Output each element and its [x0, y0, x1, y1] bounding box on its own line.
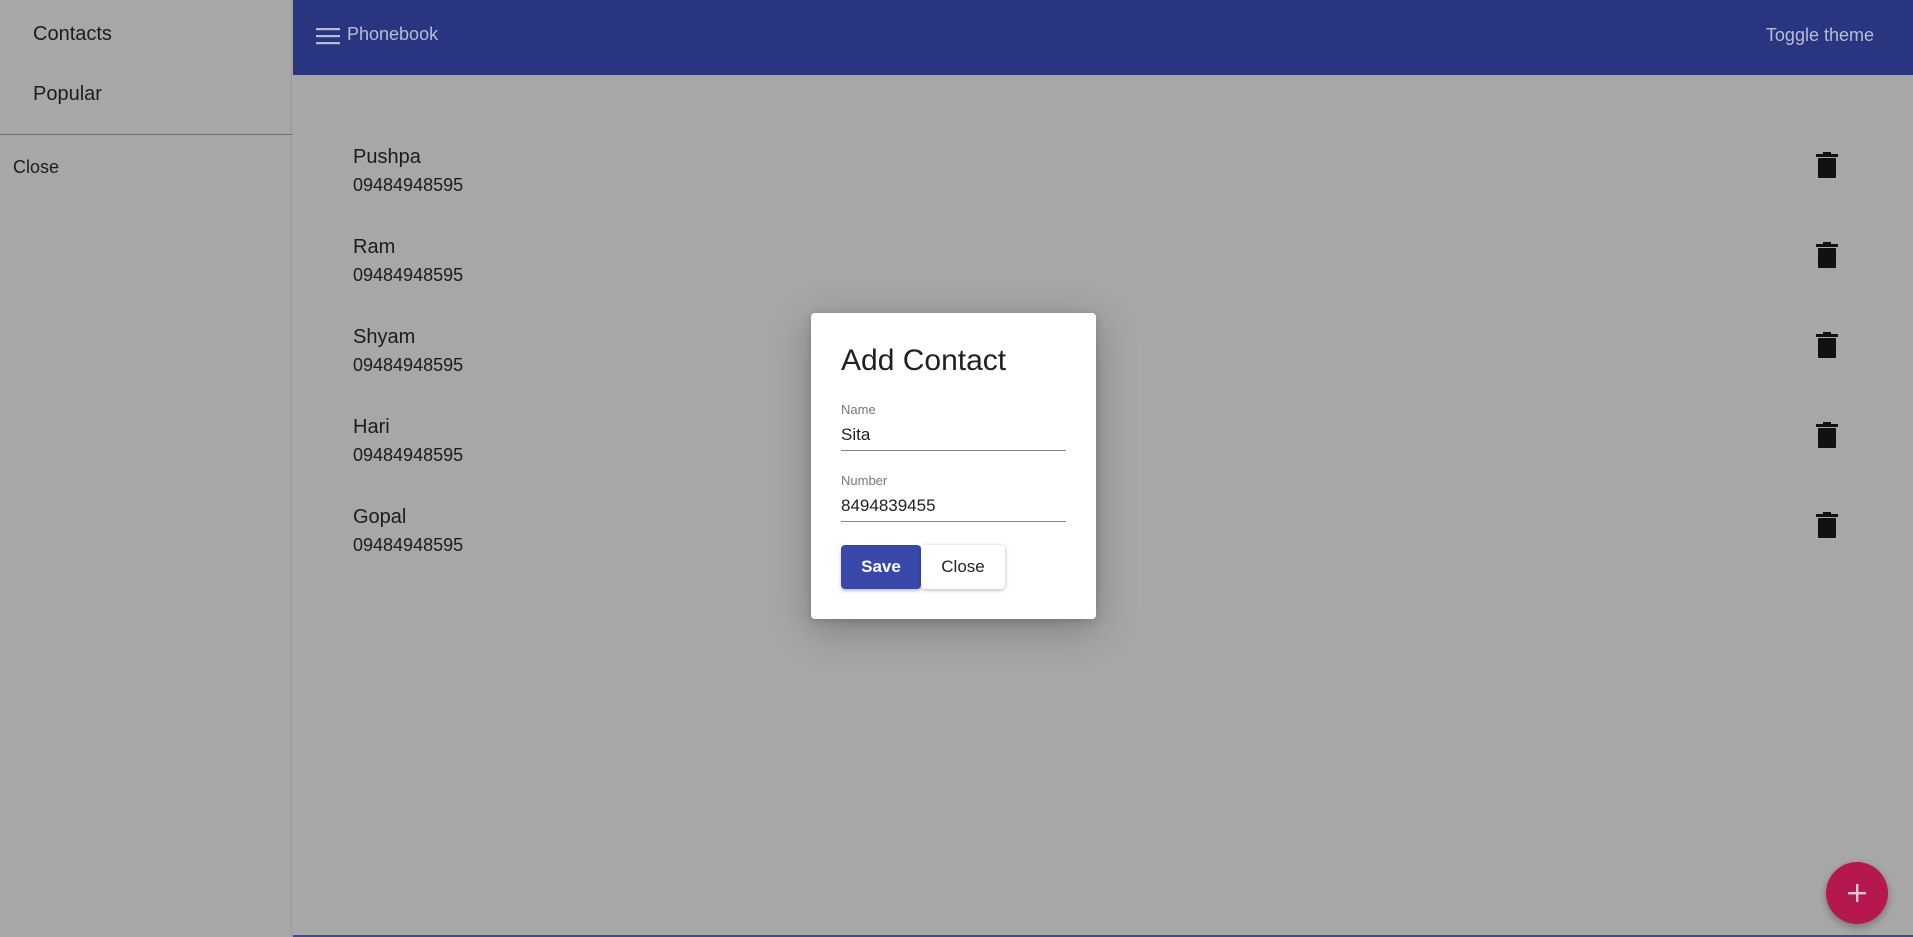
list-item: Hari 09484948595 [353, 416, 1853, 488]
add-contact-dialog: Add Contact Name Number Save Close [811, 313, 1096, 619]
name-field[interactable] [841, 420, 1066, 451]
contact-name: Pushpa [353, 146, 421, 168]
sidebar-divider [0, 134, 292, 135]
sidebar-close-button[interactable]: Close [13, 157, 59, 178]
hamburger-menu-icon[interactable] [316, 25, 340, 47]
app-title: Phonebook [347, 24, 439, 44]
number-field-label: Number [841, 473, 888, 488]
app-header: Phonebook Toggle theme [293, 0, 1913, 75]
contact-number: 09484948595 [353, 535, 464, 555]
plus-icon [1848, 884, 1866, 902]
list-item: Gopal 09484948595 [353, 506, 1853, 578]
contact-number: 09484948595 [353, 265, 464, 285]
trash-icon[interactable] [1816, 422, 1838, 448]
add-contact-fab[interactable] [1826, 862, 1888, 924]
dialog-title: Add Contact [841, 344, 1007, 377]
toggle-theme-button[interactable]: Toggle theme [1766, 25, 1874, 46]
contact-name: Shyam [353, 326, 416, 348]
sidebar: Contacts Popular Close [0, 0, 292, 937]
contact-number: 09484948595 [353, 445, 464, 465]
list-item: Shyam 09484948595 [353, 326, 1853, 398]
trash-icon[interactable] [1816, 152, 1838, 178]
contact-name: Ram [353, 236, 396, 258]
trash-icon[interactable] [1816, 512, 1838, 538]
list-item: Ram 09484948595 [353, 236, 1853, 308]
close-button[interactable]: Close [921, 545, 1005, 589]
sidebar-item-contacts[interactable]: Contacts [33, 23, 112, 46]
list-item: Pushpa 09484948595 [353, 146, 1853, 218]
trash-icon[interactable] [1816, 332, 1838, 358]
sidebar-item-popular[interactable]: Popular [33, 83, 102, 106]
name-field-label: Name [841, 402, 876, 417]
trash-icon[interactable] [1816, 242, 1838, 268]
app: Contacts Popular Close Phonebook Toggle … [0, 0, 1913, 937]
save-button[interactable]: Save [841, 545, 921, 589]
contact-number: 09484948595 [353, 175, 464, 195]
contact-name: Gopal [353, 506, 407, 528]
contact-name: Hari [353, 416, 390, 438]
contact-number: 09484948595 [353, 355, 464, 375]
number-field[interactable] [841, 491, 1066, 522]
